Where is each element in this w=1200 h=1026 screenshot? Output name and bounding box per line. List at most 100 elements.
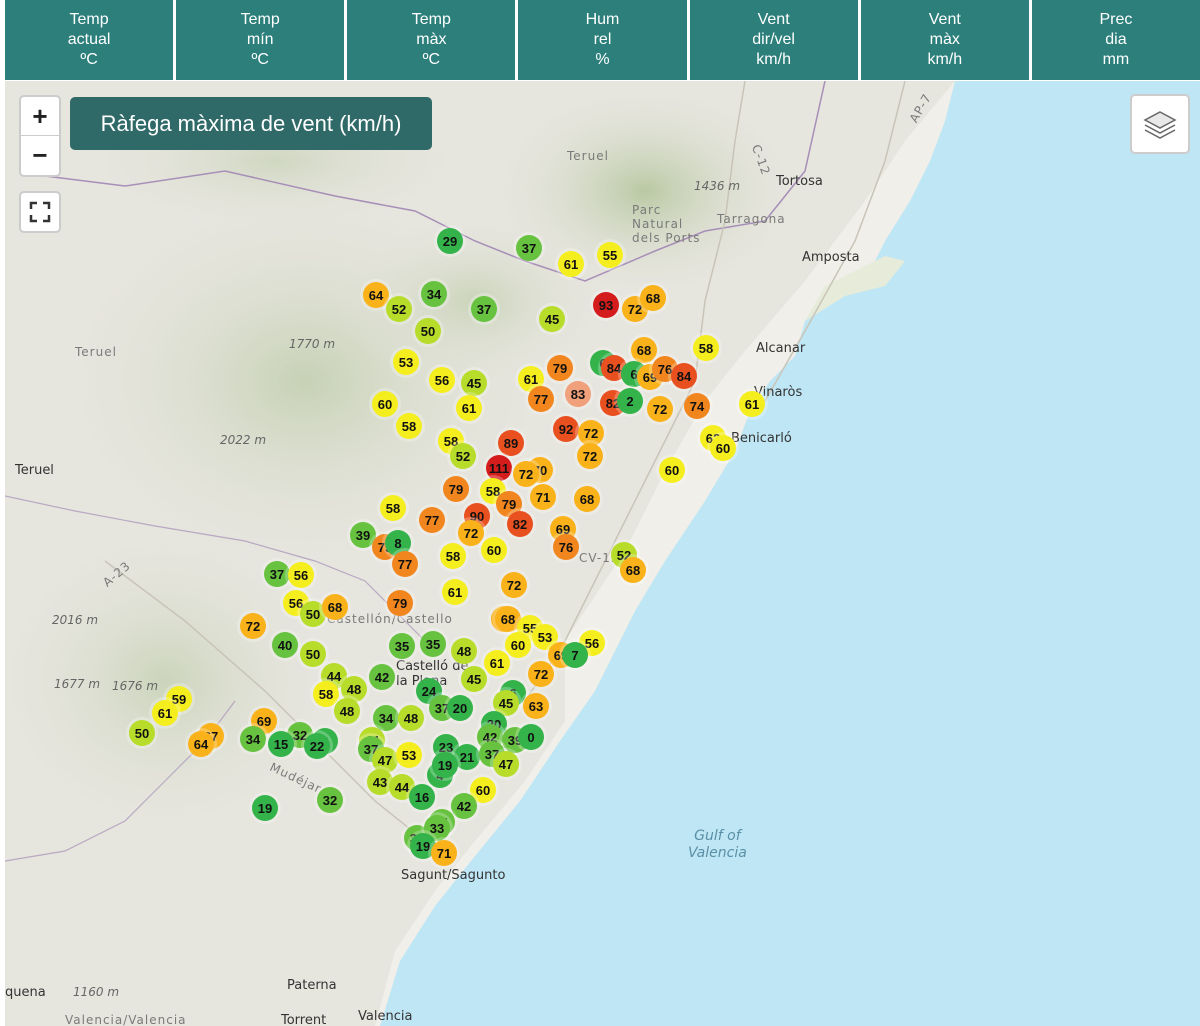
station-marker[interactable]: 47 — [493, 751, 519, 777]
station-marker[interactable]: 58 — [440, 543, 466, 569]
station-marker[interactable]: 71 — [530, 484, 556, 510]
station-marker[interactable]: 37 — [516, 235, 542, 261]
station-marker[interactable]: 37 — [471, 296, 497, 322]
station-marker[interactable]: 48 — [451, 638, 477, 664]
station-marker[interactable]: 34 — [421, 281, 447, 307]
station-marker[interactable]: 77 — [392, 551, 418, 577]
station-marker[interactable]: 111 — [486, 455, 512, 481]
station-marker[interactable]: 64 — [188, 731, 214, 757]
station-marker[interactable]: 32 — [317, 787, 343, 813]
station-marker[interactable]: 72 — [528, 661, 554, 687]
station-marker[interactable]: 60 — [372, 391, 398, 417]
station-marker[interactable]: 35 — [420, 631, 446, 657]
station-marker[interactable]: 34 — [240, 726, 266, 752]
station-marker[interactable]: 61 — [456, 395, 482, 421]
station-marker[interactable]: 61 — [442, 579, 468, 605]
station-marker[interactable]: 19 — [252, 795, 278, 821]
station-marker[interactable]: 20 — [447, 695, 473, 721]
station-marker[interactable]: 56 — [288, 562, 314, 588]
station-marker[interactable]: 82 — [507, 511, 533, 537]
station-marker[interactable]: 50 — [300, 641, 326, 667]
station-marker[interactable]: 55 — [597, 242, 623, 268]
station-marker[interactable]: 48 — [334, 698, 360, 724]
station-marker[interactable]: 45 — [539, 306, 565, 332]
station-marker[interactable]: 58 — [693, 335, 719, 361]
station-marker[interactable]: 61 — [152, 700, 178, 726]
station-marker[interactable]: 68 — [620, 557, 646, 583]
station-marker[interactable]: 63 — [523, 693, 549, 719]
tab-hum-rel[interactable]: Hum rel% — [518, 0, 687, 80]
station-marker[interactable]: 45 — [461, 370, 487, 396]
station-marker[interactable]: 29 — [437, 228, 463, 254]
station-marker[interactable]: 16 — [409, 784, 435, 810]
station-marker[interactable]: 19 — [432, 752, 458, 778]
station-marker[interactable]: 72 — [577, 443, 603, 469]
zoom-in-button[interactable]: + — [21, 97, 59, 136]
station-marker[interactable]: 35 — [389, 633, 415, 659]
station-marker[interactable]: 72 — [647, 396, 673, 422]
station-marker[interactable]: 40 — [272, 632, 298, 658]
fullscreen-button[interactable] — [19, 191, 61, 233]
station-marker[interactable]: 68 — [640, 285, 666, 311]
station-marker[interactable]: 42 — [369, 664, 395, 690]
station-marker[interactable]: 61 — [484, 650, 510, 676]
station-marker[interactable]: 76 — [553, 534, 579, 560]
layers-button[interactable] — [1130, 94, 1190, 154]
place-label: Paterna — [287, 978, 337, 993]
station-marker[interactable]: 60 — [659, 457, 685, 483]
station-marker[interactable]: 52 — [450, 443, 476, 469]
station-marker[interactable]: 60 — [481, 537, 507, 563]
tab-temp-min[interactable]: Temp mín ºC — [176, 0, 345, 80]
zoom-out-button[interactable]: − — [21, 136, 59, 175]
station-marker[interactable]: 52 — [386, 296, 412, 322]
tab-temp-max[interactable]: Temp màx ºC — [347, 0, 516, 80]
tab-label: actual — [67, 31, 111, 48]
station-marker[interactable]: 68 — [574, 486, 600, 512]
station-marker[interactable]: 89 — [498, 430, 524, 456]
station-marker[interactable]: 79 — [443, 476, 469, 502]
station-marker[interactable]: 72 — [458, 520, 484, 546]
station-marker[interactable]: 48 — [398, 705, 424, 731]
station-marker[interactable]: 37 — [264, 561, 290, 587]
station-marker[interactable]: 61 — [739, 391, 765, 417]
station-marker[interactable]: 50 — [415, 318, 441, 344]
station-marker[interactable]: 68 — [322, 594, 348, 620]
map-view[interactable]: Teruel Tortosa 1436 m Parc Natural dels Por… — [5, 81, 1200, 1026]
station-marker[interactable]: 58 — [380, 495, 406, 521]
station-marker[interactable]: 71 — [431, 840, 457, 866]
station-marker[interactable]: 77 — [528, 386, 554, 412]
station-marker[interactable]: 22 — [304, 733, 330, 759]
station-marker[interactable]: 60 — [710, 435, 736, 461]
station-marker[interactable]: 7 — [562, 642, 588, 668]
station-marker[interactable]: 72 — [513, 461, 539, 487]
station-marker[interactable]: 84 — [671, 363, 697, 389]
station-marker[interactable]: 72 — [240, 613, 266, 639]
station-marker[interactable]: 72 — [501, 572, 527, 598]
station-marker[interactable]: 77 — [419, 507, 445, 533]
station-marker[interactable]: 68 — [631, 337, 657, 363]
station-marker[interactable]: 79 — [547, 355, 573, 381]
station-marker[interactable]: 42 — [451, 793, 477, 819]
station-marker[interactable]: 53 — [393, 349, 419, 375]
station-marker[interactable]: 2 — [617, 388, 643, 414]
station-marker[interactable]: 56 — [429, 367, 455, 393]
tab-prec-dia[interactable]: Prec dia mm — [1031, 0, 1200, 80]
tab-unit: km/h — [927, 51, 963, 68]
station-marker[interactable]: 61 — [558, 251, 584, 277]
tab-temp-actual[interactable]: Temp actual ºC — [5, 0, 174, 80]
station-marker[interactable]: 50 — [129, 720, 155, 746]
station-marker[interactable]: 60 — [505, 632, 531, 658]
station-marker[interactable]: 15 — [268, 731, 294, 757]
station-marker[interactable]: 58 — [396, 413, 422, 439]
station-marker[interactable]: 53 — [396, 742, 422, 768]
station-marker[interactable]: 83 — [565, 381, 591, 407]
station-marker[interactable]: 93 — [593, 292, 619, 318]
tab-vent-dir-vel[interactable]: Vent dir/vel km/h — [689, 0, 858, 80]
station-marker[interactable]: 92 — [553, 416, 579, 442]
tab-vent-max[interactable]: Vent màx km/h — [860, 0, 1029, 80]
station-marker[interactable]: 79 — [387, 590, 413, 616]
station-marker[interactable]: 74 — [684, 393, 710, 419]
station-marker[interactable]: 45 — [461, 666, 487, 692]
station-marker[interactable]: 0 — [518, 724, 544, 750]
station-marker[interactable]: 64 — [363, 282, 389, 308]
